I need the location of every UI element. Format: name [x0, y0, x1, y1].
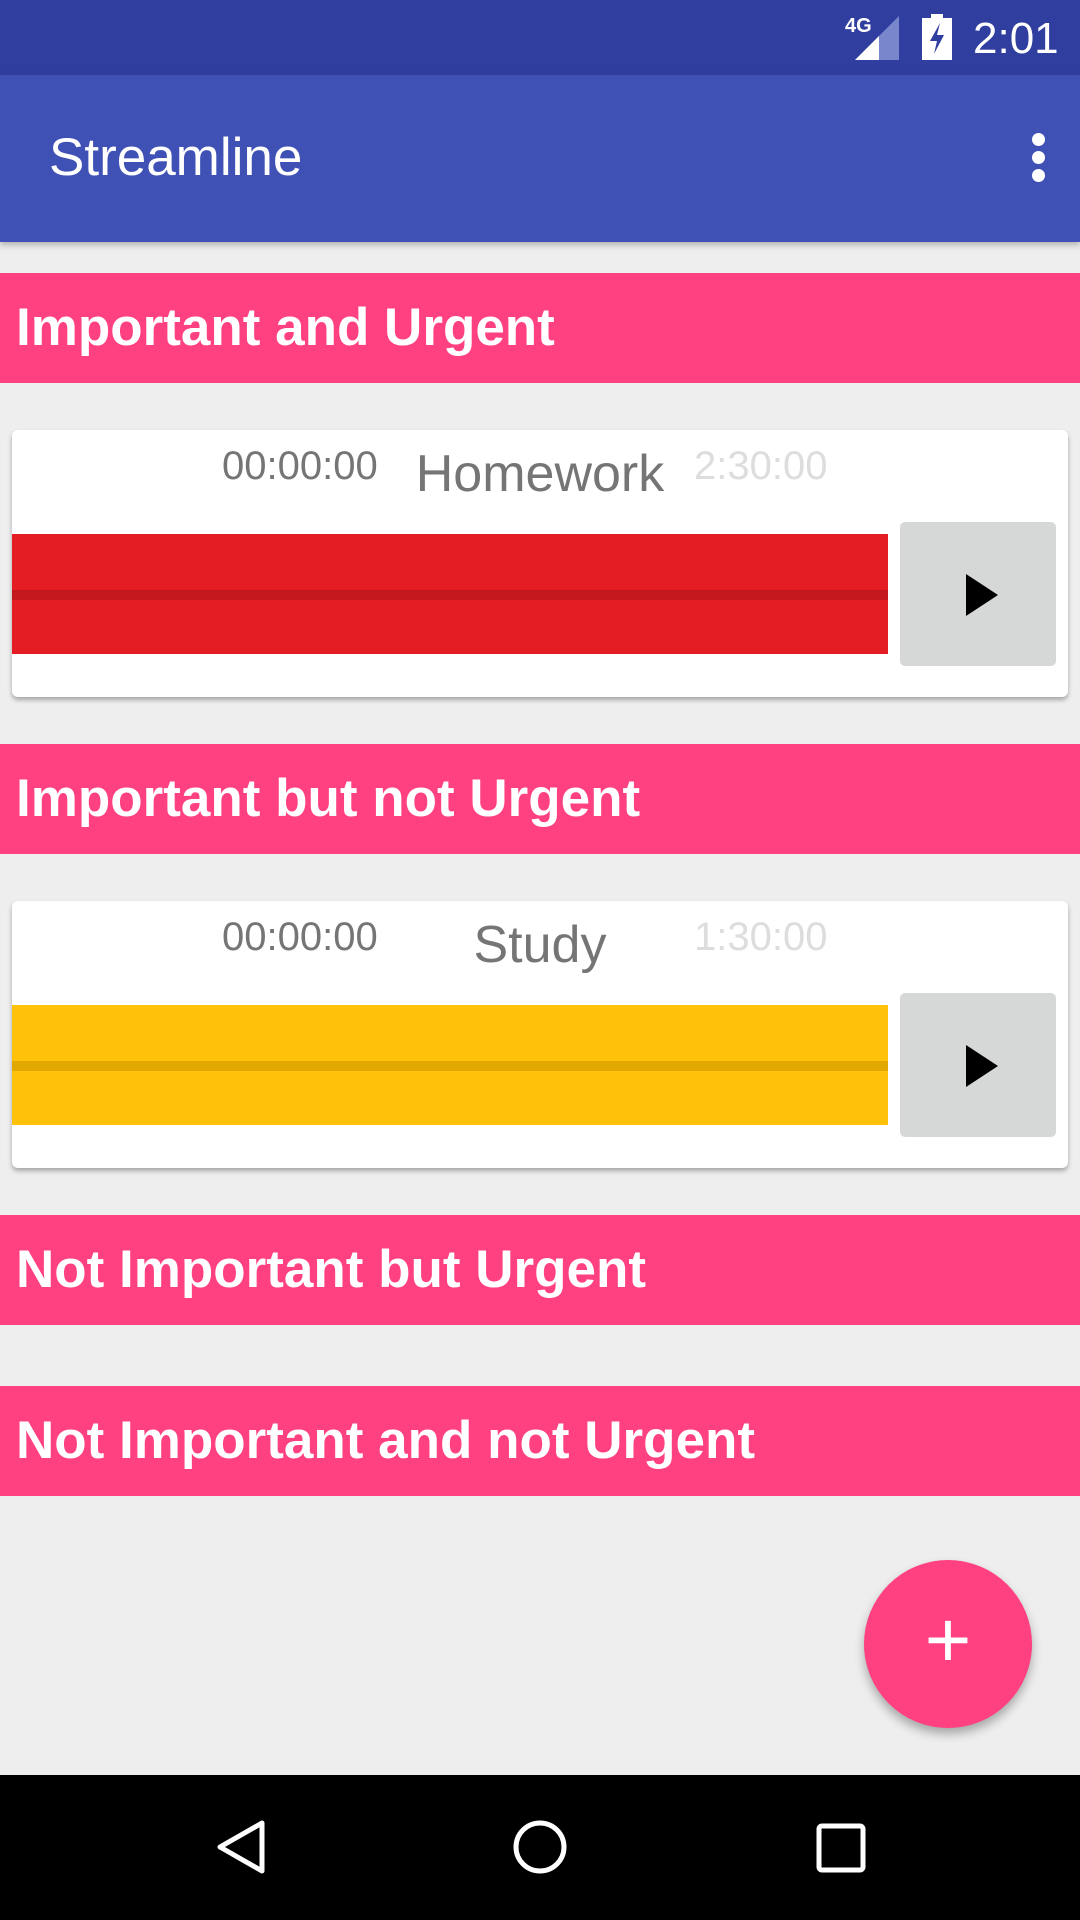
navigation-bar	[0, 1775, 1080, 1920]
section-header: Not Important and not Urgent	[0, 1386, 1080, 1496]
duration: 2:30:00	[694, 444, 828, 488]
back-icon[interactable]	[214, 1819, 268, 1880]
overflow-menu-icon[interactable]	[1032, 133, 1046, 183]
task-name: Study	[473, 916, 607, 974]
section-header: Not Important but Urgent	[0, 1215, 1080, 1325]
task-name: Homework	[415, 445, 665, 503]
progress-bar[interactable]	[12, 1005, 888, 1125]
task-card[interactable]: Homework 00:00:00 2:30:00	[12, 430, 1068, 697]
section-header: Important but not Urgent	[0, 744, 1080, 854]
elapsed-time: 00:00:00	[222, 915, 378, 959]
home-icon[interactable]	[512, 1819, 568, 1880]
progress-bar[interactable]	[12, 534, 888, 654]
play-icon	[966, 574, 998, 616]
task-card[interactable]: Study 00:00:00 1:30:00	[12, 901, 1068, 1168]
app-bar: Streamline	[0, 75, 1080, 242]
duration: 1:30:00	[694, 915, 828, 959]
play-button[interactable]	[900, 993, 1056, 1137]
recents-icon[interactable]	[816, 1823, 866, 1878]
status-bar: 4G 2:01	[0, 0, 1080, 75]
add-task-button[interactable]: +	[864, 1560, 1032, 1728]
signal-icon	[855, 16, 899, 60]
elapsed-time: 00:00:00	[222, 444, 378, 488]
app-title: Streamline	[49, 128, 303, 187]
play-button[interactable]	[900, 522, 1056, 666]
section-header: Important and Urgent	[0, 273, 1080, 383]
battery-charging-icon	[922, 14, 952, 60]
play-icon	[966, 1045, 998, 1087]
clock: 2:01	[973, 14, 1059, 63]
